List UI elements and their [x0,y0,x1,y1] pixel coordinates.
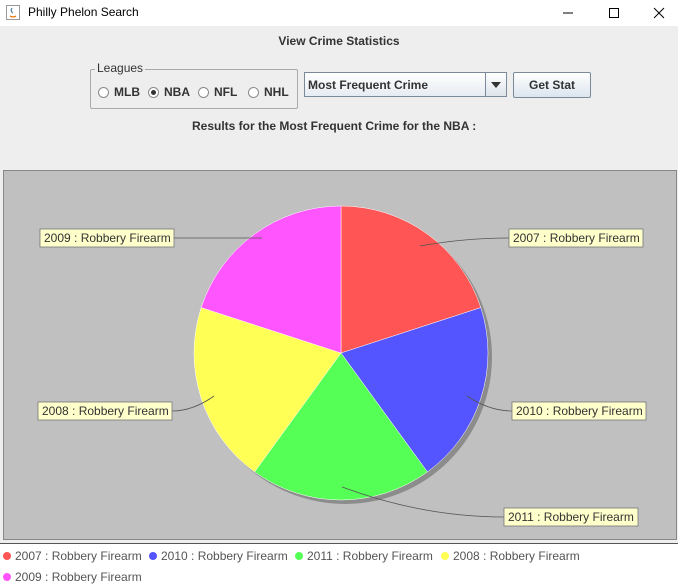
leagues-group-label: Leagues [95,61,146,75]
page-title: View Crime Statistics [278,34,400,48]
radio-circle [248,86,259,98]
window-title: Philly Phelon Search [28,5,139,19]
legend-label: 2010 : Robbery Firearm [161,549,288,563]
legend-item: 2011 : Robbery Firearm [295,549,433,563]
slice-label: 2009 : Robbery Firearm [44,231,171,245]
minimize-button[interactable] [545,0,591,26]
maximize-icon [609,8,619,18]
radio-nfl[interactable]: NFL [198,85,237,99]
radio-circle [98,86,109,98]
chevron-down-icon [491,81,501,88]
slice-label: 2010 : Robbery Firearm [516,404,643,418]
radio-nhl[interactable]: NHL [248,85,289,99]
legend-item: 2007 : Robbery Firearm [3,549,142,563]
legend-item: 2009 : Robbery Firearm [3,570,142,584]
legend-swatch [3,552,11,560]
radio-label: NFL [214,85,238,99]
radio-label: MLB [114,85,140,99]
radio-circle [198,86,209,98]
minimize-icon [563,12,573,14]
close-button[interactable] [636,0,678,26]
dropdown-arrow-button[interactable] [485,73,506,96]
pie-chart-panel: 2007 : Robbery Firearm 2010 : Robbery Fir… [3,170,677,540]
title-bar: Philly Phelon Search [0,0,678,26]
maximize-button[interactable] [591,0,637,26]
slice-label: 2008 : Robbery Firearm [42,404,169,418]
legend-swatch [149,552,157,560]
slice-label: 2011 : Robbery Firearm [508,510,634,524]
legend-label: 2008 : Robbery Firearm [453,549,580,563]
pie-chart: 2007 : Robbery Firearm 2010 : Robbery Fir… [37,205,647,527]
close-icon [653,7,665,19]
radio-mlb[interactable]: MLB [98,85,140,99]
legend-swatch [441,552,449,560]
legend-swatch [295,552,303,560]
stat-dropdown-value: Most Frequent Crime [308,78,429,92]
legend-label: 2007 : Robbery Firearm [15,549,142,563]
stat-dropdown[interactable]: Most Frequent Crime [304,72,507,97]
results-label: Results for the Most Frequent Crime for … [192,119,477,133]
chart-legend: 2007 : Robbery Firearm 2010 : Robbery Fi… [0,544,678,586]
radio-circle-selected [148,86,159,98]
legend-swatch [3,573,11,581]
radio-label: NHL [264,85,289,99]
get-stat-button[interactable]: Get Stat [513,72,591,98]
legend-item: 2008 : Robbery Firearm [441,549,580,563]
java-app-icon [6,5,20,20]
legend-item: 2010 : Robbery Firearm [149,549,288,563]
legend-label: 2009 : Robbery Firearm [15,570,142,584]
slice-label: 2007 : Robbery Firearm [513,231,640,245]
radio-nba[interactable]: NBA [148,85,190,99]
legend-label: 2011 : Robbery Firearm [307,549,433,563]
main-panel: View Crime Statistics Leagues MLB NBA NF… [0,26,678,586]
radio-label: NBA [164,85,190,99]
